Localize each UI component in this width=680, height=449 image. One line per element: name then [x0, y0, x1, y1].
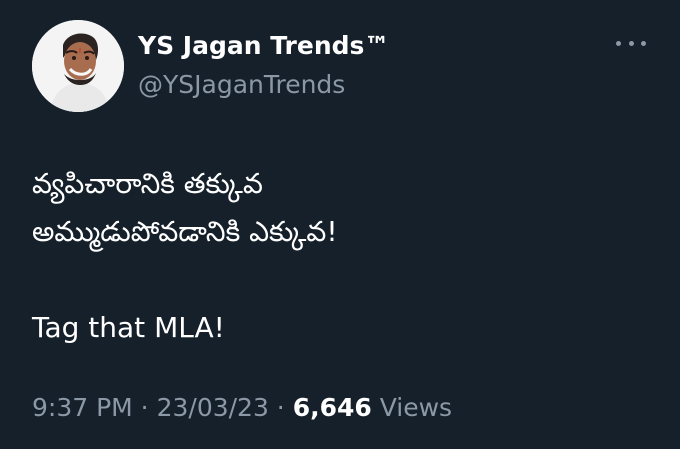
tweet-meta: 9:37 PM · 23/03/23 · 6,646 Views	[32, 386, 452, 430]
avatar[interactable]	[32, 20, 124, 112]
views-count[interactable]: 6,646	[293, 393, 372, 422]
tweet-spacer	[32, 256, 656, 304]
tweet-header: YS Jagan Trends™ @YSJaganTrends	[32, 20, 660, 116]
meta-separator: ·	[268, 393, 293, 422]
tweet-line: Tag that MLA!	[32, 311, 225, 344]
tweet-line: అమ్ముడుపోవడానికి ఎక్కువ!	[32, 215, 338, 248]
tweet-date[interactable]: 23/03/23	[157, 393, 269, 422]
more-dot-icon	[628, 40, 634, 46]
tweet-line: వ్యపిచారానికి తక్కువ	[32, 167, 263, 200]
tweet-time[interactable]: 9:37 PM	[32, 393, 133, 422]
meta-separator: ·	[132, 393, 157, 422]
more-dot-icon	[616, 40, 621, 46]
more-dot-icon	[641, 40, 646, 46]
display-name[interactable]: YS Jagan Trends™	[138, 30, 389, 62]
user-handle[interactable]: @YSJaganTrends	[138, 68, 389, 102]
user-info: YS Jagan Trends™ @YSJaganTrends	[138, 30, 389, 102]
tweet-text: వ్యపిచారానికి తక్కువ అమ్ముడుపోవడానికి ఎక…	[32, 160, 656, 352]
profile-photo-icon	[32, 20, 124, 112]
tweet-card: YS Jagan Trends™ @YSJaganTrends వ్యపిచార…	[0, 0, 680, 449]
views-label: Views	[379, 393, 453, 422]
more-horizontal-icon[interactable]	[616, 36, 646, 50]
